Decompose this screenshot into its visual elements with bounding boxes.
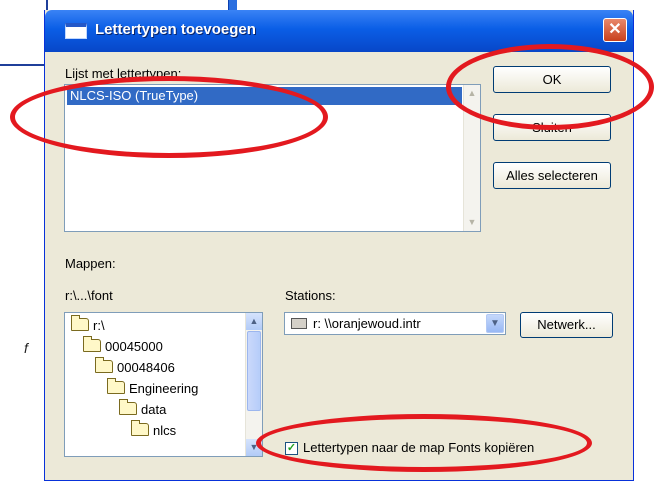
- folder-item[interactable]: data: [119, 399, 166, 419]
- font-list-scrollbar[interactable]: ▲ ▼: [463, 85, 480, 231]
- folder-item[interactable]: 00048406: [95, 357, 175, 377]
- folders-label: Mappen:: [65, 256, 116, 271]
- close-button[interactable]: Sluiten: [493, 114, 611, 141]
- folder-icon: [83, 336, 101, 352]
- scroll-up-icon[interactable]: ▲: [246, 313, 262, 330]
- background-border: [0, 64, 48, 66]
- dialog-title: Lettertypen toevoegen: [95, 21, 256, 38]
- folders-treeview[interactable]: r:\ 00045000 00048406 Engineering data n…: [64, 312, 263, 457]
- background-text: f: [24, 340, 28, 356]
- folders-scrollbar[interactable]: ▲ ▼: [245, 313, 262, 456]
- folder-icon: [107, 378, 125, 394]
- drives-label: Stations:: [285, 288, 336, 303]
- scroll-thumb[interactable]: [247, 331, 261, 411]
- font-list-label: Lijst met lettertypen:: [65, 66, 182, 81]
- network-button[interactable]: Netwerk...: [520, 312, 613, 338]
- folder-item[interactable]: Engineering: [107, 378, 198, 398]
- drive-select[interactable]: r: \\oranjewoud.intr ▼: [284, 312, 506, 335]
- list-item[interactable]: NLCS-ISO (TrueType): [67, 87, 462, 105]
- folder-item[interactable]: nlcs: [131, 420, 176, 440]
- drive-icon: [291, 318, 307, 329]
- ok-button[interactable]: OK: [493, 66, 611, 93]
- select-all-button[interactable]: Alles selecteren: [493, 162, 611, 189]
- title-bar[interactable]: Lettertypen toevoegen ✕: [45, 10, 633, 52]
- folder-icon: [119, 399, 137, 415]
- drive-value: r: \\oranjewoud.intr: [313, 316, 421, 331]
- font-listbox[interactable]: NLCS-ISO (TrueType) ▲ ▼: [64, 84, 481, 232]
- background-scrollbar: [228, 0, 237, 10]
- scroll-down-icon[interactable]: ▼: [246, 439, 262, 456]
- copy-fonts-checkbox[interactable]: ✓: [285, 442, 298, 455]
- folder-item[interactable]: r:\: [71, 315, 105, 335]
- checkmark-icon: ✓: [286, 442, 297, 454]
- close-icon[interactable]: ✕: [603, 18, 627, 42]
- add-fonts-dialog: Lettertypen toevoegen ✕ Lijst met letter…: [44, 10, 634, 481]
- window-icon: [65, 23, 87, 39]
- copy-fonts-label[interactable]: Lettertypen naar de map Fonts kopiëren: [303, 440, 534, 455]
- folder-icon: [95, 357, 113, 373]
- folder-icon: [71, 315, 89, 331]
- chevron-down-icon[interactable]: ▼: [486, 314, 504, 333]
- scroll-down-icon[interactable]: ▼: [464, 214, 480, 231]
- current-path: r:\...\font: [65, 288, 113, 303]
- folder-icon: [131, 420, 149, 436]
- scroll-up-icon[interactable]: ▲: [464, 85, 480, 102]
- folder-item[interactable]: 00045000: [83, 336, 163, 356]
